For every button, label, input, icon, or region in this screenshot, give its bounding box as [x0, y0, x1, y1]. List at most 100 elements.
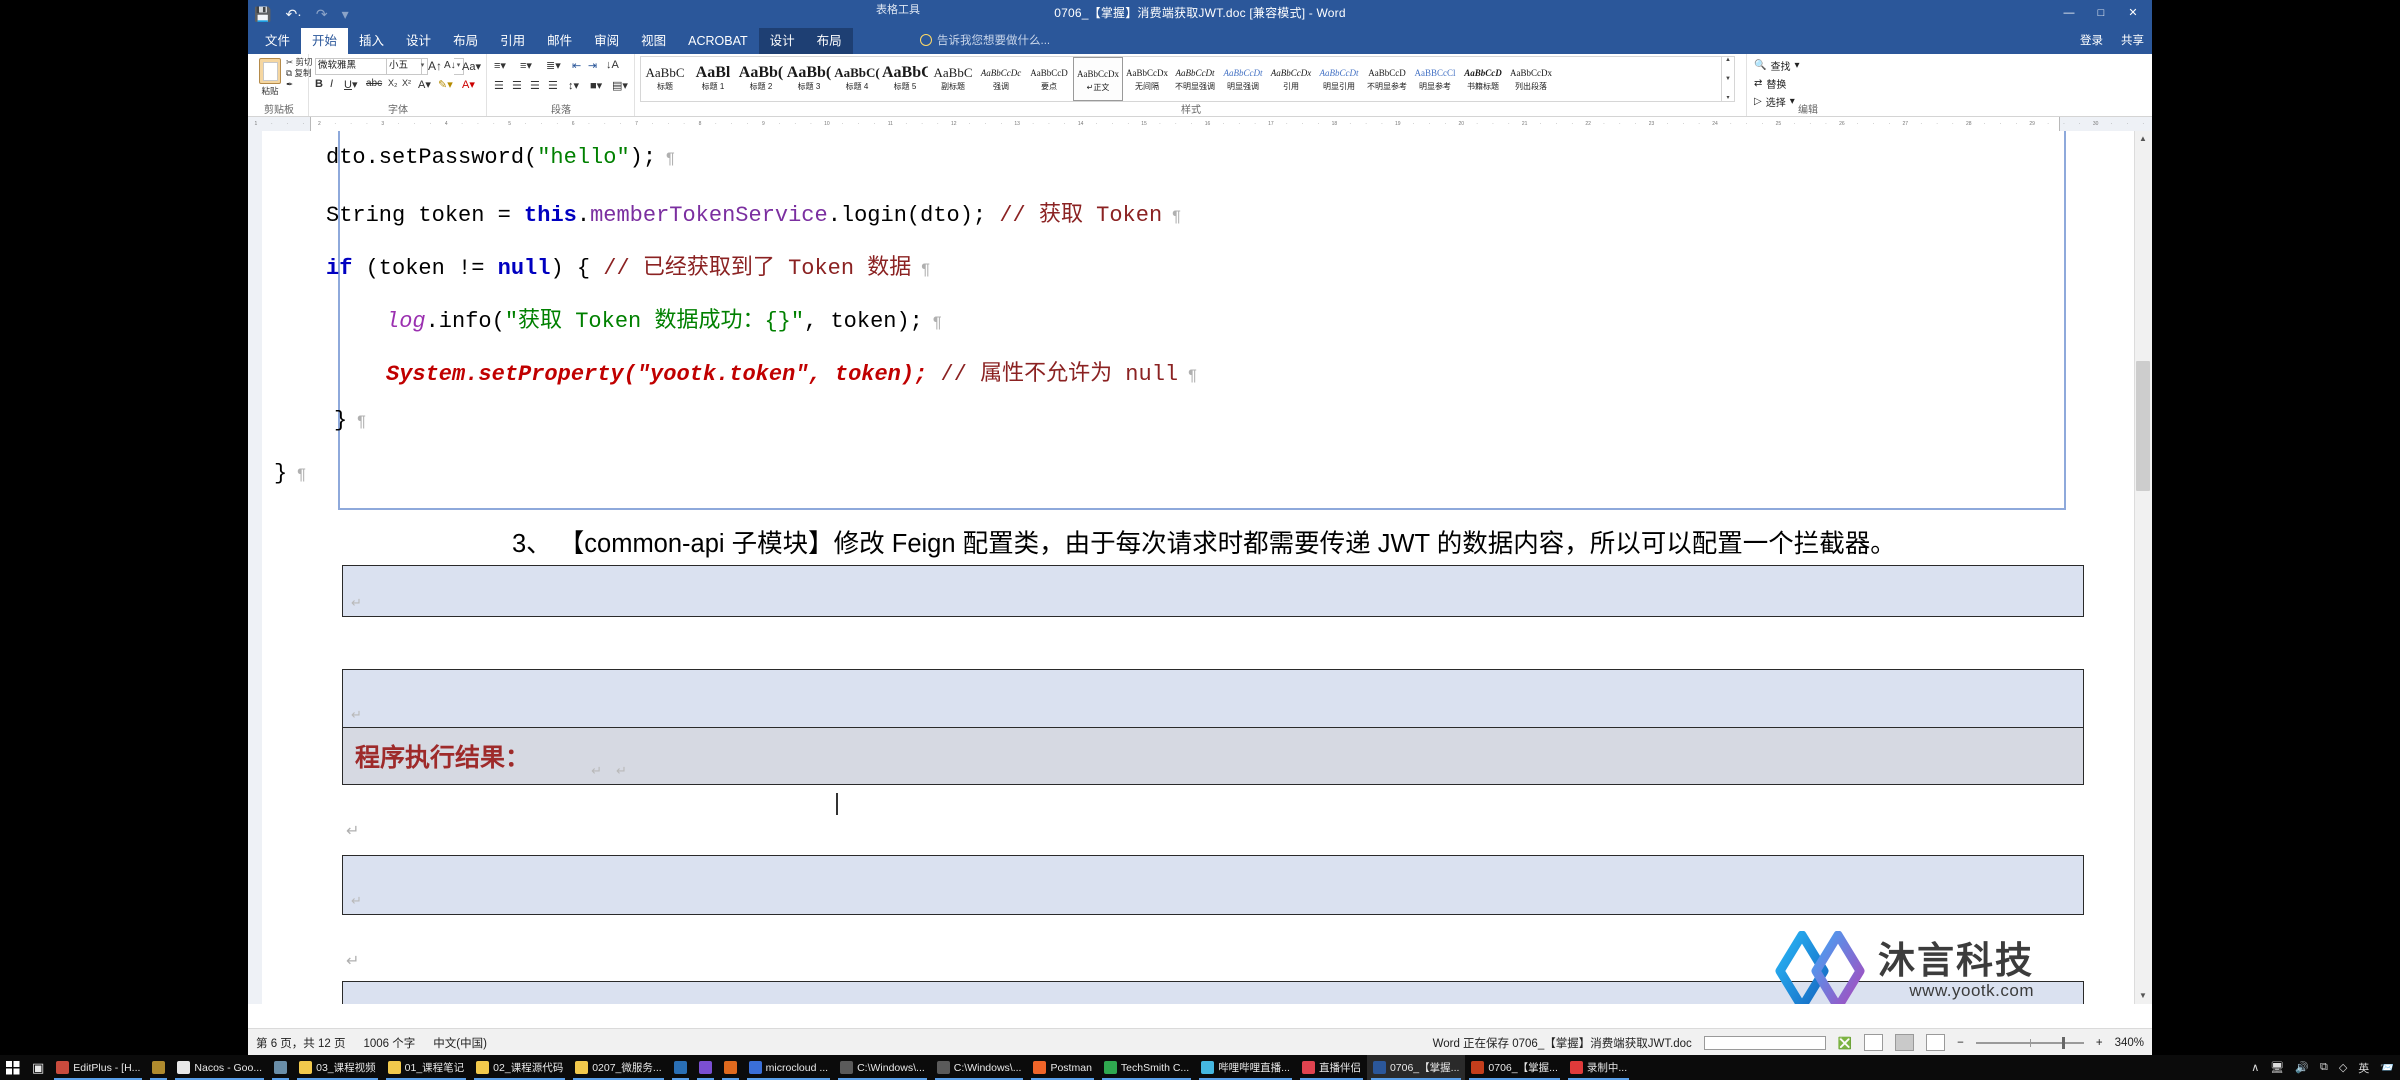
taskbar-item-7[interactable]: 0207_微服务...: [569, 1055, 667, 1080]
taskbar-item-12[interactable]: C:\Windows\...: [834, 1055, 931, 1080]
ribbon-tab-11[interactable]: 布局: [805, 28, 853, 54]
taskbar-item-9[interactable]: [693, 1055, 718, 1080]
taskbar-item-1[interactable]: [146, 1055, 171, 1080]
paragraph-3[interactable]: 3、 【common-api 子模块】修改 Feign 配置类，由于每次请求时都…: [512, 523, 1896, 560]
style-item-10[interactable]: AaBbCcDx 无间隔: [1123, 57, 1171, 99]
page-canvas[interactable]: dto.setPassword("hello"); ¶ String token …: [262, 131, 2152, 1004]
strikethrough-icon[interactable]: abc: [366, 78, 382, 89]
start-button[interactable]: [0, 1055, 26, 1080]
superscript-icon[interactable]: X²: [402, 78, 411, 88]
taskbar-item-6[interactable]: 02_课程源代码: [470, 1055, 569, 1080]
align-left-icon[interactable]: ☰: [494, 79, 504, 92]
style-item-14[interactable]: AaBbCcDt 明显引用: [1315, 57, 1363, 99]
taskbar-item-16[interactable]: 哔哩哔哩直播...: [1195, 1055, 1296, 1080]
cancel-save-icon[interactable]: ❎: [1838, 1036, 1852, 1050]
tell-me-box[interactable]: 告诉我您想要做什么...: [920, 32, 1050, 48]
result-label-cell[interactable]: 程序执行结果： ↵: [343, 728, 609, 784]
taskbar-item-18[interactable]: 0706_【掌握...: [1366, 1055, 1466, 1080]
notification-icon[interactable]: 📨: [2380, 1061, 2394, 1074]
code-line-1[interactable]: String token = this.memberTokenService.l…: [326, 196, 1181, 228]
bold-icon[interactable]: B: [315, 78, 323, 90]
table-2-row1-cell[interactable]: ↵: [343, 670, 2083, 728]
italic-icon[interactable]: I: [330, 78, 333, 90]
taskbar-item-17[interactable]: 直播伴侣: [1296, 1055, 1367, 1080]
code-line-0[interactable]: dto.setPassword("hello"); ¶: [326, 145, 675, 170]
shading-icon[interactable]: ■▾: [590, 79, 602, 92]
word-count[interactable]: 1006 个字: [363, 1035, 415, 1051]
task-view-button[interactable]: ▣: [26, 1055, 50, 1080]
style-item-11[interactable]: AaBbCcDt 不明显强调: [1171, 57, 1219, 99]
code-line-6[interactable]: } ¶: [274, 461, 306, 486]
horizontal-ruler[interactable]: 1 · · · 2 · · · 3 · · · 4 · · · 5 · · · 6 · · · 7 · · · 8 · · · 9 · · · 10 · ·…: [248, 117, 2152, 132]
text-effects-icon[interactable]: A▾: [418, 78, 431, 91]
ribbon-tab-6[interactable]: 邮件: [536, 28, 583, 54]
ribbon-tab-5[interactable]: 引用: [489, 28, 536, 54]
clipboard-small-commands[interactable]: ✂ 剪切 ⧉ 复制 ✒: [286, 57, 313, 90]
replace-command[interactable]: ⇄ 替换: [1754, 76, 1786, 91]
gallery-scroll-up-icon[interactable]: ▲: [1725, 57, 1731, 63]
taskbar-item-15[interactable]: TechSmith C...: [1098, 1055, 1195, 1080]
style-item-4[interactable]: AaBbC(标题 4: [833, 57, 881, 99]
find-dropdown-icon[interactable]: ▾: [1794, 60, 1799, 71]
style-item-5[interactable]: AaBbC 标题 5: [881, 57, 929, 99]
style-item-9[interactable]: AaBbCcDx ↵正文: [1073, 57, 1123, 101]
ribbon-tab-10[interactable]: 设计: [758, 28, 806, 54]
taskbar-item-8[interactable]: [668, 1055, 693, 1080]
increase-indent-icon[interactable]: ⇥: [588, 59, 597, 72]
style-item-15[interactable]: AaBbCcD 不明显参考: [1363, 57, 1411, 99]
result-value-cell[interactable]: ↵: [608, 728, 2083, 784]
font-size-input[interactable]: 小五: [386, 58, 422, 75]
read-view-icon[interactable]: [1864, 1034, 1884, 1051]
style-item-1[interactable]: AaBl 标题 1: [689, 57, 737, 99]
code-line-3[interactable]: log.info("获取 Token 数据成功：{}", token); ¶: [386, 302, 942, 334]
align-right-icon[interactable]: ☰: [530, 79, 540, 92]
style-item-12[interactable]: AaBbCcDt 明显强调: [1219, 57, 1267, 99]
ribbon-tab-8[interactable]: 视图: [630, 28, 677, 54]
code-line-4[interactable]: System.setProperty("yootk.token", token)…: [386, 355, 1197, 387]
scrollbar-thumb[interactable]: [2136, 361, 2150, 491]
table-1[interactable]: ↵: [342, 565, 2084, 617]
ribbon-tab-1[interactable]: 开始: [301, 28, 349, 54]
decrease-indent-icon[interactable]: ⇤: [572, 59, 581, 72]
vertical-ruler[interactable]: [248, 131, 263, 1004]
style-item-8[interactable]: AaBbCcD 要点: [1025, 57, 1073, 99]
style-item-18[interactable]: AaBbCcDx 列出段落: [1507, 57, 1555, 99]
account-zone[interactable]: 登录 共享: [2080, 32, 2144, 48]
scroll-up-icon[interactable]: ▲: [2136, 132, 2150, 146]
zoom-handle[interactable]: [2061, 1036, 2065, 1049]
ime-icon[interactable]: 英: [2358, 1060, 2369, 1076]
sort-icon[interactable]: ↓A: [606, 59, 619, 71]
grow-font-icon[interactable]: A↑: [428, 59, 442, 73]
taskbar-item-10[interactable]: [718, 1055, 743, 1080]
web-view-icon[interactable]: [1926, 1034, 1946, 1051]
table-2[interactable]: ↵: [342, 669, 2084, 729]
taskbar-item-11[interactable]: microcloud ...: [743, 1055, 834, 1080]
style-item-6[interactable]: AaBbC 副标题: [929, 57, 977, 99]
status-left[interactable]: 第 6 页，共 12 页 1006 个字 中文(中国): [256, 1035, 487, 1051]
style-item-13[interactable]: AaBbCcDx 引用: [1267, 57, 1315, 99]
ribbon-tab-3[interactable]: 设计: [395, 28, 442, 54]
send-icon[interactable]: ◇: [2339, 1061, 2347, 1074]
status-right[interactable]: Word 正在保存 0706_【掌握】消费端获取JWT.doc ❎ − + 34…: [1433, 1034, 2144, 1051]
zoom-out-button[interactable]: −: [1957, 1037, 1964, 1049]
language-indicator[interactable]: 中文(中国): [433, 1035, 487, 1051]
shrink-font-icon[interactable]: A↓: [444, 60, 456, 71]
table-4[interactable]: ↵: [342, 855, 2084, 915]
underline-icon[interactable]: U▾: [344, 78, 357, 91]
taskbar-item-5[interactable]: 01_课程笔记: [382, 1055, 471, 1080]
system-tray[interactable]: ∧ 🖥 🔊 ⧉ ◇ 英 📨: [2251, 1060, 2394, 1076]
ribbon-tab-2[interactable]: 插入: [348, 28, 395, 54]
ribbon-tab-9[interactable]: ACROBAT: [677, 28, 759, 54]
close-button[interactable]: ✕: [2118, 2, 2148, 24]
maximize-button[interactable]: □: [2086, 2, 2116, 24]
subscript-icon[interactable]: X₂: [388, 78, 398, 88]
ribbon-tab-0[interactable]: 文件: [254, 28, 301, 54]
copy-command[interactable]: ⧉ 复制: [286, 68, 313, 79]
gallery-scroll-down-icon[interactable]: ▼: [1725, 76, 1731, 82]
copy-icon[interactable]: ⧉: [2320, 1061, 2328, 1074]
ribbon-tab-7[interactable]: 审阅: [583, 28, 630, 54]
cut-command[interactable]: ✂ 剪切: [286, 57, 313, 68]
styles-gallery[interactable]: AaBbC 标题 AaBl 标题 1 AaBb(标题 2 AaBb(标题 3 AaBbC(标…: [640, 56, 1722, 102]
style-item-3[interactable]: AaBb(标题 3: [785, 57, 833, 99]
highlight-color-icon[interactable]: ✎▾: [438, 78, 453, 91]
